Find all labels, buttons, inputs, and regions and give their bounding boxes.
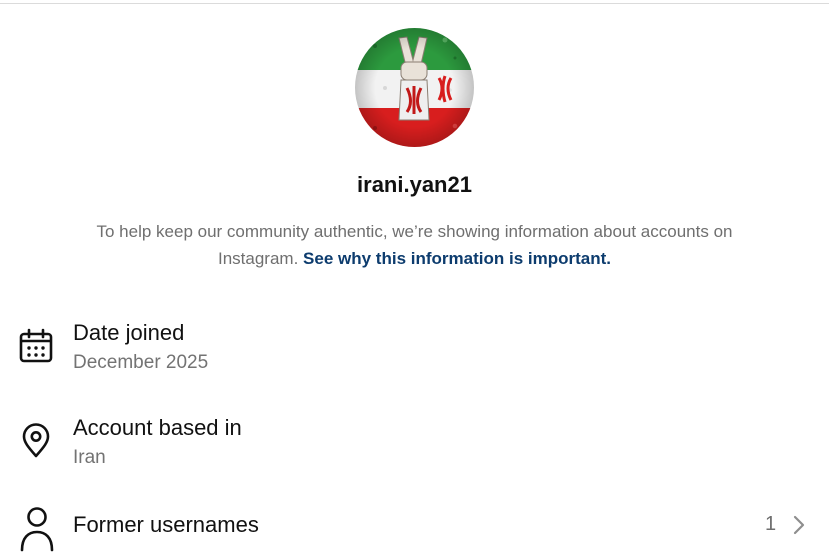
- date-joined-row: Date joined December 2025: [0, 318, 829, 380]
- account-based-in-title: Account based in: [73, 415, 242, 440]
- see-why-link[interactable]: See why this information is important.: [303, 249, 611, 268]
- iran-flag-avatar-image: [355, 28, 474, 147]
- account-based-in-row: Account based in Iran: [0, 413, 829, 475]
- location-pin-icon: [18, 423, 54, 464]
- chevron-right-icon: [792, 514, 806, 541]
- former-usernames-title: Former usernames: [73, 512, 259, 537]
- date-joined-value: December 2025: [73, 352, 209, 373]
- person-icon: [18, 504, 56, 559]
- calendar-icon: [18, 328, 54, 369]
- authenticity-notice: To help keep our community authentic, we…: [60, 218, 769, 272]
- former-usernames-count: 1: [765, 513, 777, 535]
- profile-username: irani.yan21: [357, 172, 472, 197]
- account-based-in-value: Iran: [73, 447, 106, 468]
- former-usernames-row[interactable]: Former usernames 1: [0, 500, 829, 555]
- profile-avatar[interactable]: [355, 28, 474, 147]
- top-divider: [0, 3, 829, 4]
- date-joined-title: Date joined: [73, 320, 185, 345]
